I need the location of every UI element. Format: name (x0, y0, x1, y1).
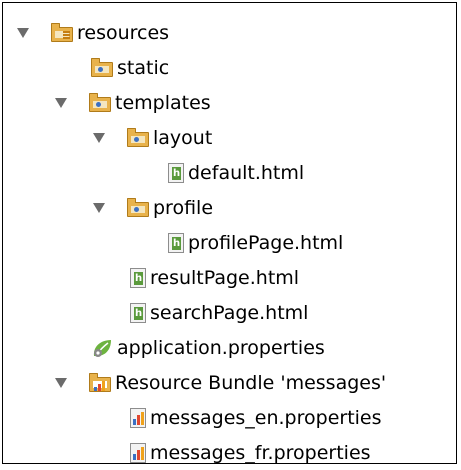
spring-leaf-icon (91, 337, 113, 359)
expand-arrow-icon[interactable] (93, 133, 105, 143)
tree-node-messages-fr[interactable]: messages_fr.properties (130, 436, 371, 470)
tree-node-static[interactable]: static (91, 51, 169, 85)
folder-icon (89, 92, 111, 112)
tree-node-label: static (117, 57, 170, 79)
tree-node-label: messages_en.properties (150, 407, 382, 429)
tree-node-application-properties[interactable]: application.properties (91, 331, 325, 365)
tree-node-templates[interactable]: templates (55, 86, 211, 120)
tree-node-label: layout (153, 127, 213, 149)
project-tree-panel: resources static templates layout h defa… (2, 2, 457, 464)
folder-icon (127, 197, 149, 217)
tree-node-label: default.html (188, 162, 305, 184)
tree-node-searchpage-html[interactable]: h searchPage.html (130, 296, 308, 330)
resource-bundle-icon (89, 372, 111, 392)
tree-node-resource-bundle[interactable]: Resource Bundle 'messages' (55, 366, 386, 400)
tree-node-layout[interactable]: layout (93, 121, 212, 155)
tree-node-messages-en[interactable]: messages_en.properties (130, 401, 382, 435)
html-file-icon: h (168, 163, 184, 183)
tree-node-label: messages_fr.properties (150, 442, 371, 464)
folder-icon (91, 57, 113, 77)
tree-node-profilepage-html[interactable]: h profilePage.html (168, 226, 343, 260)
tree-node-label: profilePage.html (188, 232, 344, 254)
html-file-icon: h (168, 233, 184, 253)
properties-file-icon (130, 443, 146, 463)
expand-arrow-icon[interactable] (17, 28, 29, 38)
tree-node-label: application.properties (117, 337, 325, 359)
tree-node-label: resultPage.html (150, 267, 300, 289)
resources-folder-icon (51, 22, 73, 42)
tree-node-profile[interactable]: profile (93, 191, 213, 225)
expand-arrow-icon[interactable] (55, 378, 67, 388)
tree-node-default-html[interactable]: h default.html (168, 156, 304, 190)
properties-file-icon (130, 408, 146, 428)
tree-node-resultpage-html[interactable]: h resultPage.html (130, 261, 299, 295)
html-file-icon: h (130, 303, 146, 323)
tree-node-label: profile (153, 197, 214, 219)
expand-arrow-icon[interactable] (93, 203, 105, 213)
tree-node-label: Resource Bundle 'messages' (115, 372, 387, 394)
tree-node-label: templates (115, 92, 211, 114)
tree-node-resources[interactable]: resources (17, 16, 169, 50)
html-file-icon: h (130, 268, 146, 288)
tree-node-label: resources (77, 22, 170, 44)
tree-node-label: searchPage.html (150, 302, 309, 324)
folder-icon (127, 127, 149, 147)
expand-arrow-icon[interactable] (55, 98, 67, 108)
